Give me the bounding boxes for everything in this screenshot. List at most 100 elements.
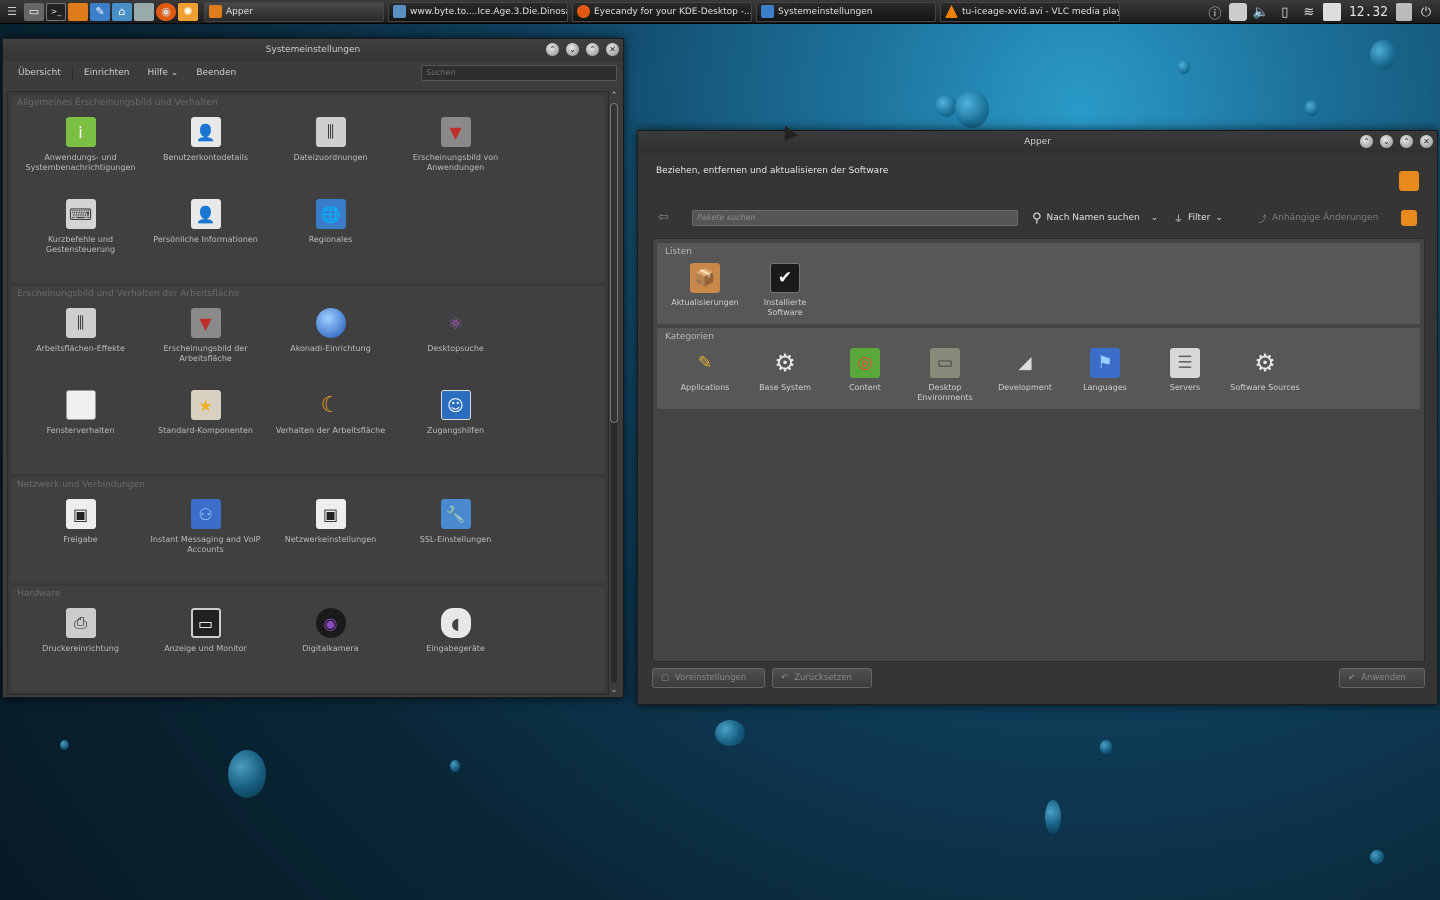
menu-icon[interactable]: ☰ [2, 3, 22, 21]
list-installed[interactable]: ✔ Installierte Software [745, 263, 825, 318]
category-development[interactable]: ◢ Development [985, 348, 1065, 403]
info-icon[interactable]: ⓘ [1205, 2, 1225, 22]
close-icon[interactable]: ✕ [1420, 135, 1433, 148]
files-icon[interactable] [134, 2, 154, 21]
menu-configure[interactable]: Einrichten [77, 66, 137, 80]
battery-icon[interactable]: ▯ [1275, 2, 1295, 22]
module-personal-info[interactable]: 👤 Persönliche Informationen [143, 199, 268, 275]
module-notifications[interactable]: i Anwendungs- und Systembenachrichtigunge… [18, 117, 143, 193]
checkmark-icon: ✔ [770, 263, 800, 293]
module-display[interactable]: ▭ Anzeige und Monitor [143, 608, 268, 684]
settings-icon [761, 5, 774, 18]
maximize-icon[interactable]: ⌃ [1400, 135, 1413, 148]
apper-logo-icon [1399, 171, 1419, 191]
desktop-icon[interactable]: ▭ [24, 2, 44, 21]
category-languages[interactable]: ⚑ Languages [1065, 348, 1145, 403]
module-desktop-search[interactable]: ⚛ Desktopsuche [393, 308, 518, 384]
section-general: Allgemeines Erscheinungsbild und Verhalt… [11, 95, 605, 283]
titlebar[interactable]: Apper ⌃ ⌄ ⌃ ✕ [638, 131, 1437, 153]
window-title: Apper [1024, 137, 1051, 147]
toolbar: ⇦ Pakete suchen ⚲ Nach Namen suchen ⌄ ⏚ … [638, 207, 1437, 229]
apply-button[interactable]: ✔ Anwenden [1339, 668, 1425, 688]
task-systemsettings[interactable]: Systemeinstellungen [756, 1, 936, 22]
task-browser[interactable]: www.byte.to....Ice.Age.3.Die.Dinosa... [388, 1, 568, 22]
category-base-system[interactable]: ⚙ Base System [745, 348, 825, 403]
notes-icon[interactable] [1322, 3, 1341, 21]
apper-launcher-icon[interactable] [68, 2, 88, 21]
dolphin-icon[interactable]: ⌂ [112, 2, 132, 21]
menu-help[interactable]: Hilfe ⌄ [140, 66, 185, 80]
module-ssl[interactable]: 🔧 SSL-Einstellungen [393, 499, 518, 575]
minimize-icon[interactable]: ⌄ [566, 43, 579, 56]
category-servers[interactable]: ☰ Servers [1145, 348, 1225, 403]
reset-button[interactable]: ↶ Zurücksetzen [772, 668, 872, 688]
module-sharing[interactable]: ▣ Freigabe [18, 499, 143, 575]
category-software-sources[interactable]: ⚙ Software Sources [1225, 348, 1305, 403]
module-regional[interactable]: 🌐 Regionales [268, 199, 393, 275]
terminal-icon[interactable]: >_ [46, 2, 66, 21]
package-search-input[interactable]: Pakete suchen [692, 210, 1018, 226]
defaults-icon: ▢ [661, 673, 670, 683]
gear-icon: ⚙ [774, 349, 796, 377]
keep-above-icon[interactable]: ⌃ [546, 43, 559, 56]
task-apper[interactable]: Apper [204, 1, 384, 22]
module-shortcuts[interactable]: ⌨ Kurzbefehle und Gestensteuerung [18, 199, 143, 275]
apper-content: Listen 📦 Aktualisierungen ✔ Installierte S… [652, 238, 1425, 662]
module-input-devices[interactable]: ◖ Eingabegeräte [393, 608, 518, 684]
search-mode-button[interactable]: ⚲ Nach Namen suchen ⌄ [1032, 209, 1158, 227]
camera-icon: ◉ [315, 608, 346, 638]
task-firefox[interactable]: Eyecandy for your KDE-Desktop -... [572, 1, 752, 22]
pending-changes-button[interactable]: ⤴ Anhängige Änderungen [1258, 209, 1378, 227]
firefox-icon[interactable]: ◉ [156, 2, 176, 21]
module-camera[interactable]: ◉ Digitalkamera [268, 608, 393, 684]
keep-above-icon[interactable]: ⌃ [1360, 135, 1373, 148]
volume-icon[interactable]: 🔈 [1251, 2, 1271, 22]
clock[interactable]: 12.32 [1345, 5, 1392, 20]
settings-panel: Allgemeines Erscheinungsbild und Verhalt… [7, 91, 609, 695]
top-panel: ☰ ▭ >_ ✎ ⌂ ◉ ✺ Apper www.byte.to....Ice.… [0, 0, 1440, 24]
module-instant-messaging[interactable]: ⚇ Instant Messaging and VoIP Accounts [143, 499, 268, 575]
module-printers[interactable]: ⎙ Druckereinrichtung [18, 608, 143, 684]
module-default-components[interactable]: ★ Standard-Komponenten [143, 390, 268, 466]
module-workspace-appearance[interactable]: ▼ Erscheinungsbild der Arbeitsfläche [143, 308, 268, 384]
wifi-icon[interactable]: ≋ [1299, 2, 1319, 22]
titlebar[interactable]: Systemeinstellungen ⌃ ⌄ ⌃ ✕ [3, 39, 623, 61]
module-window-behavior[interactable]: Fensterverhalten [18, 390, 143, 466]
menu-quit[interactable]: Beenden [189, 66, 243, 80]
module-user-account[interactable]: 👤 Benutzerkontodetails [143, 117, 268, 193]
settings-icon[interactable] [1401, 210, 1417, 226]
close-icon[interactable]: ✕ [606, 43, 619, 56]
module-file-associations[interactable]: ⫼ Dateizuordnungen [268, 117, 393, 193]
power-icon[interactable]: ⏻ [1416, 2, 1436, 22]
trowel-icon: ◢ [1018, 353, 1032, 373]
minimize-icon[interactable]: ⌄ [1380, 135, 1393, 148]
category-desktop-environments[interactable]: ▭ Desktop Environments [905, 348, 985, 403]
module-desktop-effects[interactable]: ⫼ Arbeitsflächen-Effekte [18, 308, 143, 384]
module-network-settings[interactable]: ▣ Netzwerkeinstellungen [268, 499, 393, 575]
group-title: Listen [665, 247, 692, 257]
scroll-up-icon[interactable]: ⌃ [607, 91, 621, 101]
scrollbar[interactable]: ⌃ ⌄ [607, 91, 621, 695]
category-applications[interactable]: ✎ Applications [665, 348, 745, 403]
back-arrow-icon[interactable]: ⇦ [658, 210, 669, 225]
section-title: Hardware [17, 589, 61, 599]
klipper-icon[interactable] [1228, 3, 1247, 21]
list-updates[interactable]: 📦 Aktualisierungen [665, 263, 745, 318]
task-vlc[interactable]: tu-iceage-xvid.avi - VLC media play... [940, 1, 1120, 22]
scroll-thumb[interactable] [610, 103, 618, 423]
menu-overview[interactable]: Übersicht [11, 66, 68, 80]
search-input[interactable]: Suchen [421, 65, 617, 81]
filter-button[interactable]: ⏚ Filter ⌄ [1174, 209, 1223, 227]
module-akonadi[interactable]: Akonadi-Einrichtung [268, 308, 393, 384]
scroll-down-icon[interactable]: ⌄ [607, 685, 621, 695]
sun-icon[interactable]: ✺ [178, 2, 198, 21]
maximize-icon[interactable]: ⌃ [586, 43, 599, 56]
defaults-button[interactable]: ▢ Voreinstellungen [652, 668, 765, 688]
module-accessibility[interactable]: ☺ Zugangshilfen [393, 390, 518, 466]
module-app-appearance[interactable]: ▼ Erscheinungsbild von Anwendungen [393, 117, 518, 193]
category-content[interactable]: ◎ Content [825, 348, 905, 403]
settings-launcher-icon[interactable]: ✎ [90, 2, 110, 21]
flag-icon: ⚑ [1090, 348, 1120, 378]
module-workspace-behavior[interactable]: ☾ Verhalten der Arbeitsfläche [268, 390, 393, 466]
trash-icon[interactable] [1396, 3, 1412, 21]
